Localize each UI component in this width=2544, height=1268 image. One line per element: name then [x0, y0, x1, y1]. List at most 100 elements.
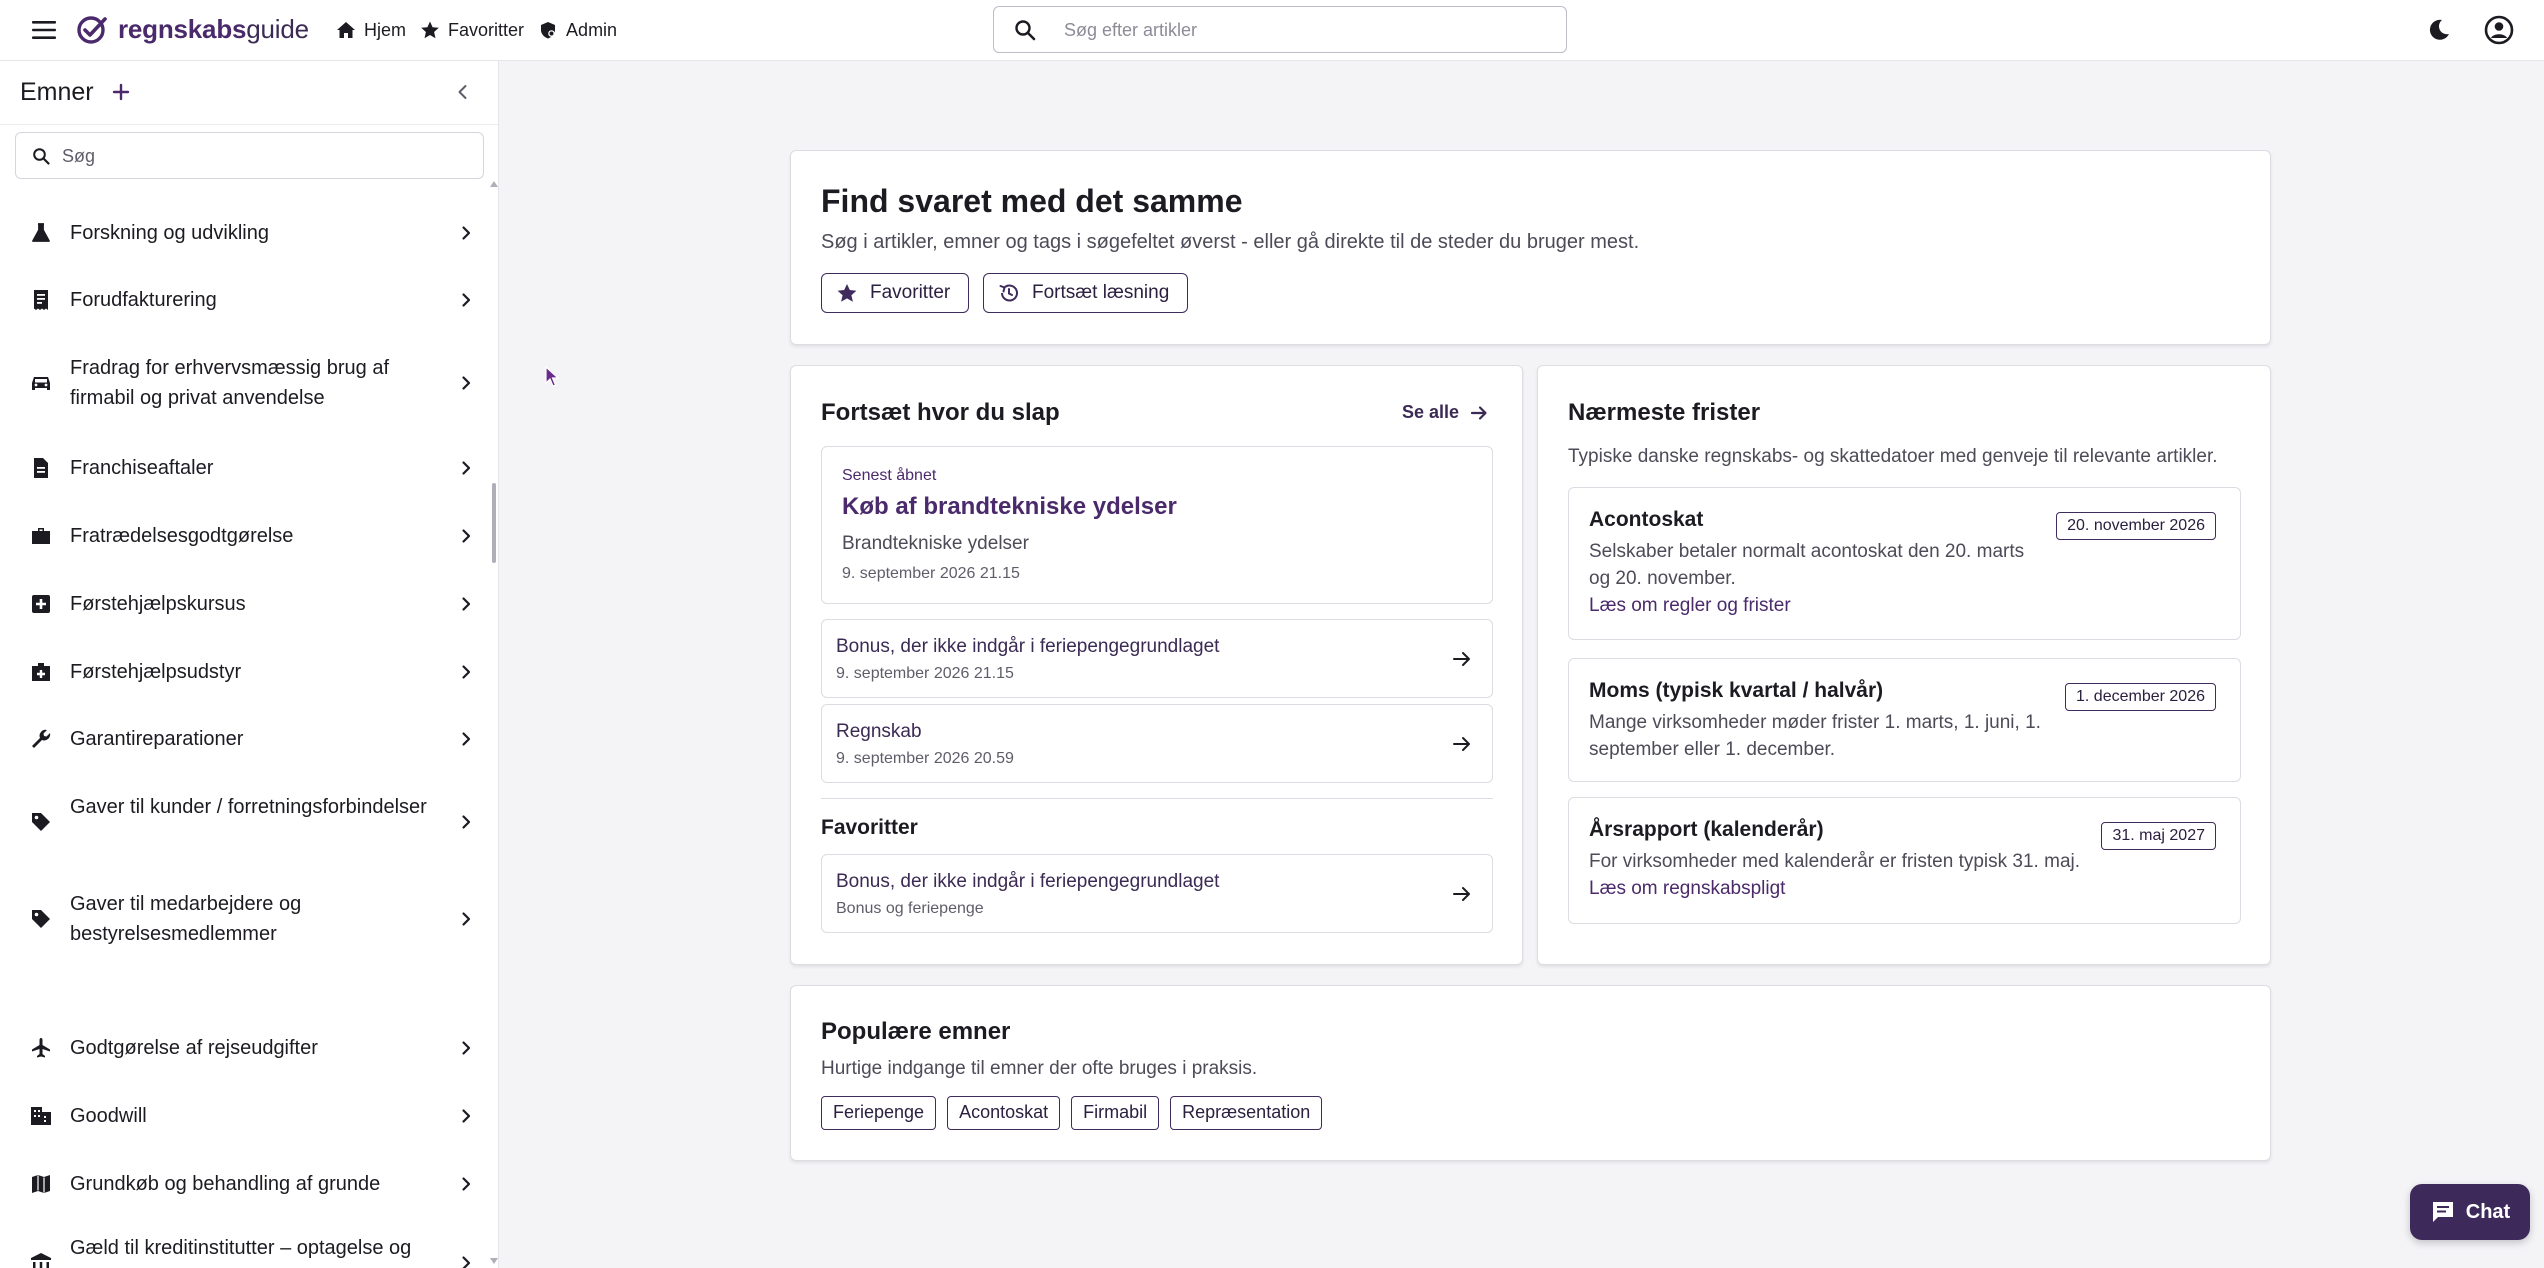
deadlines-card: Nærmeste frister Typiske danske regnskab… [1537, 365, 2271, 965]
topic-tag[interactable]: Firmabil [1071, 1096, 1160, 1130]
deadline-link[interactable]: Læs om regler og frister [1589, 595, 1791, 617]
nav-favorites-label: Favoritter [448, 19, 525, 40]
chevron-right-icon [462, 1256, 471, 1268]
chevron-right-icon [462, 815, 471, 829]
latest-opened-card[interactable]: Senest åbnet Køb af brandtekniske ydelse… [821, 446, 1493, 604]
see-all-link[interactable]: Se alle [1402, 402, 1489, 423]
topic-item[interactable]: Godtgørelse af rejseudgifter [0, 1021, 486, 1075]
topic-tag[interactable]: Acontoskat [947, 1096, 1061, 1130]
chat-button[interactable]: Chat [2410, 1184, 2530, 1240]
topic-item[interactable]: Gæld til kreditinstitutter – optagelse o… [0, 1218, 486, 1268]
chevron-right-icon [462, 1177, 471, 1191]
topic-label: Gaver til kunder / forretningsforbindels… [70, 796, 427, 818]
topic-item[interactable]: Gaver til kunder / forretningsforbindels… [0, 777, 486, 867]
topic-label: Forudfakturering [70, 289, 217, 311]
topic-tag[interactable]: Feriepenge [821, 1096, 937, 1130]
chevron-right-icon [462, 1041, 471, 1055]
home-icon [337, 22, 355, 38]
chevron-right-icon [462, 226, 471, 240]
topic-item[interactable]: Grundkøb og behandling af grunde [0, 1157, 486, 1211]
global-search-input[interactable] [1064, 15, 1544, 45]
topic-label: Garantireparationer [70, 728, 244, 750]
sidebar-scrollbar[interactable] [490, 181, 498, 1268]
star-icon [837, 284, 857, 302]
topic-label: Førstehjælpskursus [70, 593, 246, 615]
deadline-title: Acontoskat [1589, 508, 1704, 531]
arrow-right-icon [1453, 737, 1470, 751]
topic-label: Franchiseaftaler [70, 457, 214, 479]
logo-text[interactable]: regnskabsguide [118, 13, 309, 45]
medical-plus-icon [32, 595, 50, 613]
chat-icon [2432, 1202, 2453, 1222]
favorite-article-row[interactable]: Bonus, der ikke indgår i feriepengegrund… [821, 854, 1493, 933]
chevron-right-icon [462, 1109, 471, 1123]
topic-item[interactable]: Goodwill [0, 1089, 486, 1143]
account-icon[interactable] [2484, 15, 2514, 45]
airplane-icon [32, 1038, 50, 1058]
topic-item[interactable]: Garantireparationer [0, 712, 486, 766]
tag-icon [32, 910, 50, 928]
menu-icon[interactable] [30, 18, 58, 42]
recent-article-row[interactable]: Regnskab 9. september 2026 20.59 [821, 704, 1493, 783]
map-icon [32, 1175, 50, 1193]
admin-icon [541, 22, 556, 39]
deadline-text: Selskaber betaler normalt acontoskat den… [1589, 541, 2025, 589]
recent-article-date: 9. september 2026 20.59 [836, 750, 1014, 767]
topic-tag[interactable]: Repræsentation [1170, 1096, 1323, 1130]
hero-subtitle: Søg i artikler, emner og tags i søgefelt… [821, 231, 1640, 253]
search-icon [1015, 20, 1036, 41]
continue-card: Fortsæt hvor du slap Se alle Senest åbne… [790, 365, 1523, 965]
continue-reading-button[interactable]: Fortsæt læsning [983, 273, 1189, 313]
see-all-label: Se alle [1402, 402, 1460, 422]
popular-title: Populære emner [821, 1018, 1011, 1045]
deadline-date-badge: 31. maj 2027 [2101, 822, 2216, 850]
global-search[interactable] [993, 6, 1567, 53]
document-icon [34, 458, 48, 478]
top-bar: regnskabsguide Hjem Favoritter Admin [0, 0, 2544, 61]
car-icon [32, 377, 50, 390]
topic-item[interactable]: Førstehjælpskursus [0, 577, 486, 631]
dark-mode-icon[interactable] [2426, 17, 2452, 43]
favorites-button[interactable]: Favoritter [821, 273, 970, 313]
deadline-item: Årsrapport (kalenderår) For virksomheder… [1568, 797, 2241, 924]
scroll-down-arrow[interactable] [490, 1258, 498, 1264]
topic-item[interactable]: Forudfakturering [0, 273, 486, 327]
topic-label: Fradrag for erhvervsmæssig brug af firma… [70, 357, 390, 409]
deadline-link[interactable]: Læs om regnskabspligt [1589, 878, 1785, 900]
topic-item[interactable]: Gaver til medarbejdere og bestyrelsesmed… [0, 874, 486, 964]
popular-tags: Feriepenge Acontoskat Firmabil Repræsent… [821, 1096, 1333, 1130]
nav-favorites[interactable]: Favoritter [420, 20, 524, 41]
deadline-title: Årsrapport (kalenderår) [1589, 818, 1824, 841]
logo-icon[interactable] [76, 14, 108, 46]
topic-label: Gæld til kreditinstitutter – optagelse o… [70, 1237, 412, 1268]
topics-sidebar: Emner Forskning og udvikling Forudfaktur… [0, 61, 499, 1268]
history-icon [999, 284, 1018, 302]
deadline-date-badge: 1. december 2026 [2065, 683, 2216, 711]
scrollbar-thumb[interactable] [492, 483, 496, 563]
medkit-icon [32, 663, 50, 681]
favorite-article-category: Bonus og feriepenge [836, 900, 984, 917]
hero-title: Find svaret med det samme [821, 183, 1243, 219]
briefcase-icon [32, 528, 50, 544]
nav-home[interactable]: Hjem [336, 20, 406, 41]
topic-label: Godtgørelse af rejseudgifter [70, 1037, 318, 1059]
favorites-button-label: Favoritter [870, 282, 951, 303]
topic-label: Fratrædelsesgodtgørelse [70, 525, 294, 547]
topic-item[interactable]: Førstehjælpsudstyr [0, 645, 486, 699]
topic-item[interactable]: Franchiseaftaler [0, 441, 486, 495]
deadlines-description: Typiske danske regnskabs- og skattedatoe… [1568, 446, 2218, 467]
chevron-right-icon [462, 732, 471, 746]
recent-article-row[interactable]: Bonus, der ikke indgår i feriepengegrund… [821, 619, 1493, 698]
continue-title: Fortsæt hvor du slap [821, 399, 1060, 426]
latest-date: 9. september 2026 21.15 [842, 565, 1020, 582]
nav-admin[interactable]: Admin [538, 20, 617, 41]
deadline-text: Mange virksomheder møder frister 1. mart… [1589, 712, 2041, 760]
topic-item[interactable]: Fradrag for erhvervsmæssig brug af firma… [0, 338, 486, 428]
topic-item[interactable]: Fratrædelsesgodtgørelse [0, 509, 486, 563]
hero-card: Find svaret med det samme Søg i artikler… [790, 150, 2271, 345]
flask-icon [32, 223, 50, 242]
topic-item[interactable]: Forskning og udvikling [0, 206, 486, 260]
scroll-up-arrow[interactable] [490, 181, 498, 187]
recent-article-title: Bonus, der ikke indgår i feriepengegrund… [836, 636, 1220, 657]
top-navigation: Hjem Favoritter Admin [336, 16, 631, 44]
